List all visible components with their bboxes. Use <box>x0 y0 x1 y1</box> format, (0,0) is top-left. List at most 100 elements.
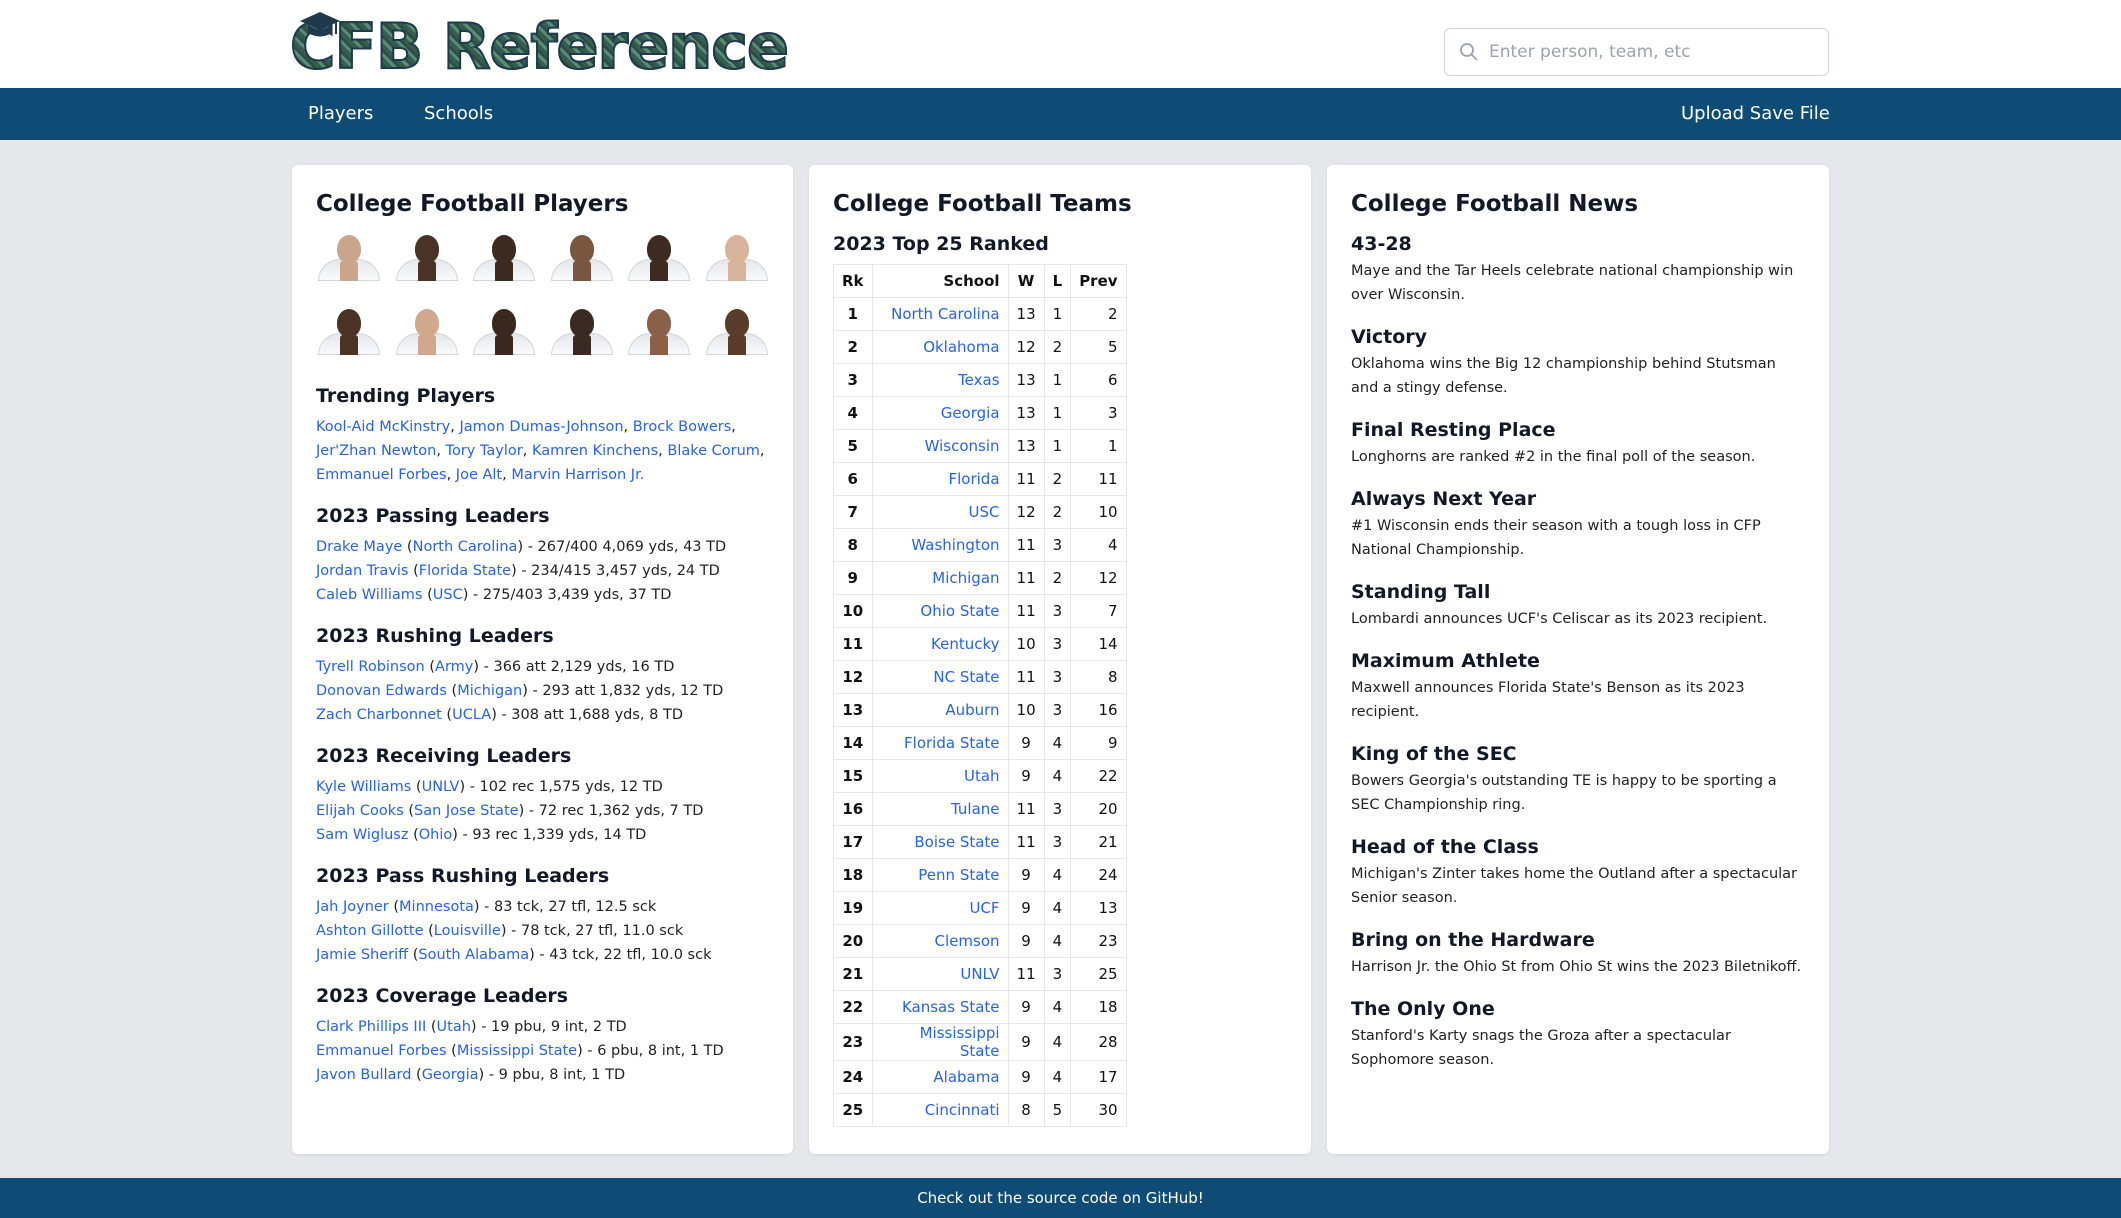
trending-player-link[interactable]: Blake Corum <box>667 443 760 459</box>
player-link[interactable]: Jamie Sheriff <box>316 947 408 963</box>
school-link[interactable]: Alabama <box>933 1068 999 1086</box>
player-portrait[interactable] <box>471 233 537 281</box>
school-link[interactable]: Minnesota <box>399 899 474 915</box>
school-link[interactable]: UNLV <box>422 779 460 795</box>
school-link[interactable]: San Jose State <box>414 803 519 819</box>
school-link[interactable]: Clemson <box>935 932 1000 950</box>
player-link[interactable]: Clark Phillips III <box>316 1019 426 1035</box>
table-header-row: Rk School W L Prev <box>833 264 1127 298</box>
player-link[interactable]: Ashton Gillotte <box>316 923 424 939</box>
news-list: 43-28 Maye and the Tar Heels celebrate na… <box>1351 233 1805 1072</box>
school-cell: Mississippi State <box>871 1023 1009 1061</box>
school-link[interactable]: Louisville <box>434 923 501 939</box>
player-portrait[interactable] <box>316 307 382 355</box>
school-link[interactable]: Auburn <box>945 701 999 719</box>
search-box[interactable] <box>1444 28 1829 76</box>
nav-schools[interactable]: Schools <box>424 103 493 124</box>
player-link[interactable]: Kyle Williams <box>316 779 411 795</box>
trending-player-link[interactable]: Kamren Kinchens <box>532 443 658 459</box>
player-portrait[interactable] <box>549 307 615 355</box>
table-row: 18 Penn State 9 4 24 <box>833 858 1127 892</box>
player-link[interactable]: Zach Charbonnet <box>316 707 442 723</box>
trending-player-link[interactable]: Joe Alt <box>456 467 502 483</box>
trending-player-link[interactable]: Tory Taylor <box>446 443 523 459</box>
school-link[interactable]: North Carolina <box>891 305 999 323</box>
player-portrait[interactable] <box>316 233 382 281</box>
school-link[interactable]: UCLA <box>452 707 491 723</box>
school-link[interactable]: Oklahoma <box>923 338 999 356</box>
player-portrait[interactable] <box>626 307 692 355</box>
rank-cell: 21 <box>833 957 873 991</box>
school-link[interactable]: Tulane <box>951 800 1000 818</box>
school-link[interactable]: Florida <box>949 470 1000 488</box>
school-link[interactable]: Georgia <box>422 1067 479 1083</box>
school-link[interactable]: Washington <box>911 536 999 554</box>
trending-player-link[interactable]: Emmanuel Forbes <box>316 467 447 483</box>
player-link[interactable]: Drake Maye <box>316 539 402 555</box>
player-link[interactable]: Jah Joyner <box>316 899 389 915</box>
school-link[interactable]: Ohio State <box>920 602 999 620</box>
player-portrait[interactable] <box>549 233 615 281</box>
nav-players[interactable]: Players <box>308 103 373 124</box>
school-link[interactable]: Penn State <box>918 866 999 884</box>
school-link[interactable]: Ohio <box>419 827 453 843</box>
search-input[interactable] <box>1489 42 1809 62</box>
player-link[interactable]: Donovan Edwards <box>316 683 447 699</box>
player-link[interactable]: Sam Wiglusz <box>316 827 408 843</box>
player-link[interactable]: Javon Bullard <box>316 1067 411 1083</box>
trending-player-link[interactable]: Brock Bowers <box>633 419 732 435</box>
school-link[interactable]: Mississippi State <box>920 1024 1000 1060</box>
school-link[interactable]: Army <box>435 659 473 675</box>
portrait-head <box>724 235 749 263</box>
school-link[interactable]: USC <box>969 503 1000 521</box>
table-row: 15 Utah 9 4 22 <box>833 759 1127 793</box>
player-link[interactable]: Jordan Travis <box>316 563 408 579</box>
school-link[interactable]: NC State <box>933 668 999 686</box>
trending-player-link[interactable]: Jamon Dumas-Johnson <box>459 419 623 435</box>
player-portrait[interactable] <box>704 307 770 355</box>
leader-row: Drake Maye (North Carolina) - 267/400 4,… <box>316 535 769 559</box>
player-link[interactable]: Emmanuel Forbes <box>316 1043 447 1059</box>
school-link[interactable]: Michigan <box>457 683 522 699</box>
school-link[interactable]: Utah <box>964 767 1000 785</box>
wins-cell: 9 <box>1007 858 1045 892</box>
losses-cell: 2 <box>1043 462 1072 496</box>
paren-open: ( <box>422 587 433 603</box>
site-logo[interactable]: CFB Reference <box>289 9 790 84</box>
school-link[interactable]: USC <box>433 587 463 603</box>
school-cell: Florida State <box>871 726 1009 760</box>
trending-player-link[interactable]: Kool-Aid McKinstry <box>316 419 450 435</box>
school-link[interactable]: Utah <box>437 1019 471 1035</box>
school-link[interactable]: Georgia <box>941 404 1000 422</box>
school-link[interactable]: Texas <box>958 371 999 389</box>
school-link[interactable]: Cincinnati <box>925 1101 1000 1119</box>
school-link[interactable]: Boise State <box>914 833 999 851</box>
player-portrait[interactable] <box>394 233 460 281</box>
player-link[interactable]: Elijah Cooks <box>316 803 404 819</box>
trending-player-link[interactable]: Marvin Harrison Jr. <box>511 467 644 483</box>
trending-player-link[interactable]: Jer'Zhan Newton <box>316 443 436 459</box>
school-link[interactable]: Kentucky <box>931 635 1000 653</box>
header-w: W <box>1007 264 1045 298</box>
school-link[interactable]: Florida State <box>419 563 511 579</box>
school-link[interactable]: UCF <box>969 899 999 917</box>
player-portrait[interactable] <box>471 307 537 355</box>
school-link[interactable]: Florida State <box>904 734 1000 752</box>
footer-github-link[interactable]: Check out the source code on GitHub! <box>917 1189 1204 1207</box>
losses-cell: 3 <box>1043 957 1072 991</box>
table-row: 17 Boise State 11 3 21 <box>833 825 1127 859</box>
player-portrait[interactable] <box>704 233 770 281</box>
player-portrait[interactable] <box>394 307 460 355</box>
school-link[interactable]: Michigan <box>932 569 999 587</box>
player-link[interactable]: Tyrell Robinson <box>316 659 425 675</box>
player-portrait[interactable] <box>626 233 692 281</box>
player-link[interactable]: Caleb Williams <box>316 587 422 603</box>
nav-upload-save-file[interactable]: Upload Save File <box>1681 103 1830 124</box>
school-link[interactable]: UNLV <box>960 965 999 983</box>
school-link[interactable]: South Alabama <box>418 947 529 963</box>
school-link[interactable]: Kansas State <box>902 998 1000 1016</box>
school-link[interactable]: Wisconsin <box>925 437 1000 455</box>
losses-cell: 1 <box>1043 297 1072 331</box>
school-link[interactable]: North Carolina <box>413 539 518 555</box>
school-link[interactable]: Mississippi State <box>457 1043 577 1059</box>
